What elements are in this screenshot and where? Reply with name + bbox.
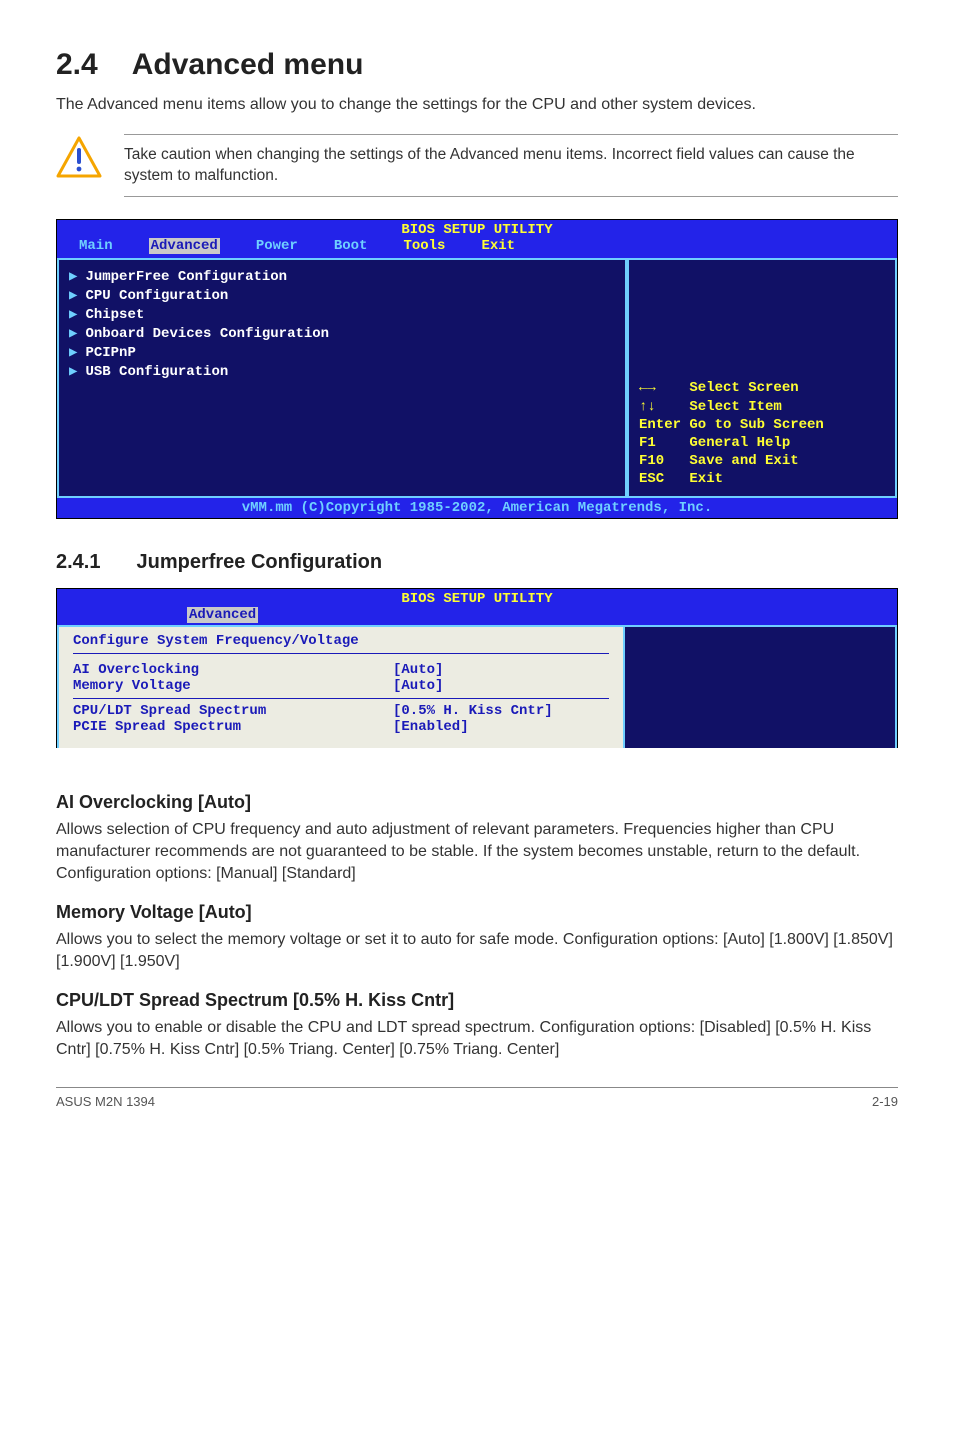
- bios-setting-label: CPU/LDT Spread Spectrum: [73, 703, 393, 719]
- bios-title: BIOS SETUP UTILITY: [57, 589, 897, 607]
- section-name: Advanced menu: [132, 48, 364, 81]
- bios-divider: [73, 698, 609, 699]
- page-footer: ASUS M2N 1394 2-19: [56, 1094, 898, 1109]
- bios-help-pane: ←→ Select Screen ↑↓ Select Item Enter Go…: [627, 258, 897, 498]
- option-description: Allows you to select the memory voltage …: [56, 929, 898, 972]
- bios-setting-row: Memory Voltage [Auto]: [73, 678, 609, 694]
- bios-setting-value: [Auto]: [393, 678, 443, 694]
- bios-setting-row: AI Overclocking [Auto]: [73, 662, 609, 678]
- option-description: Allows you to enable or disable the CPU …: [56, 1017, 898, 1060]
- footer-page-number: 2-19: [872, 1094, 898, 1109]
- bios-menu-label: Chipset: [85, 306, 144, 325]
- option-title: AI Overclocking [Auto]: [56, 792, 898, 813]
- bios-help-pane: [625, 625, 897, 749]
- bios-menu-label: USB Configuration: [85, 363, 228, 382]
- bios-menu-label: CPU Configuration: [85, 287, 228, 306]
- bios-menu-item: ▶ CPU Configuration: [69, 287, 625, 306]
- bios-menu-item: ▶ Onboard Devices Configuration: [69, 325, 625, 344]
- subsection-number: 2.4.1: [56, 551, 100, 573]
- bios-setting-label: PCIE Spread Spectrum: [73, 719, 393, 735]
- bios-tab-bar: Advanced: [57, 607, 897, 625]
- bios-jumperfree-screenshot: BIOS SETUP UTILITY Advanced Configure Sy…: [56, 588, 898, 750]
- bios-menu-item: ▶ JumperFree Configuration: [69, 268, 625, 287]
- bios-tab-advanced: Advanced: [187, 607, 258, 623]
- bios-tab-exit: Exit: [481, 238, 515, 254]
- bios-menu-label: PCIPnP: [85, 344, 135, 363]
- bios-copyright: vMM.mm (C)Copyright 1985-2002, American …: [57, 498, 897, 518]
- option-description: Allows selection of CPU frequency and au…: [56, 819, 898, 884]
- footer-product: ASUS M2N 1394: [56, 1094, 155, 1109]
- bios-tab-power: Power: [256, 238, 298, 254]
- footer-rule: [56, 1087, 898, 1088]
- subsection-name: Jumperfree Configuration: [136, 551, 382, 573]
- bios-title: BIOS SETUP UTILITY: [57, 220, 897, 238]
- submenu-arrow-icon: ▶: [69, 363, 77, 382]
- caution-text: Take caution when changing the settings …: [124, 134, 898, 198]
- option-title: Memory Voltage [Auto]: [56, 902, 898, 923]
- submenu-arrow-icon: ▶: [69, 344, 77, 363]
- submenu-arrow-icon: ▶: [69, 268, 77, 287]
- bios-group-title: Configure System Frequency/Voltage: [73, 633, 609, 654]
- bios-tab-boot: Boot: [334, 238, 368, 254]
- bios-tab-advanced: Advanced: [149, 238, 220, 254]
- bios-settings-pane: Configure System Frequency/Voltage AI Ov…: [57, 625, 625, 749]
- bios-setting-row: PCIE Spread Spectrum [Enabled]: [73, 719, 609, 735]
- bios-tab-main: Main: [79, 238, 113, 254]
- bios-setting-row: CPU/LDT Spread Spectrum [0.5% H. Kiss Cn…: [73, 703, 609, 719]
- caution-callout: Take caution when changing the settings …: [56, 134, 898, 198]
- bios-setting-value: [0.5% H. Kiss Cntr]: [393, 703, 553, 719]
- bios-menu-item: ▶ USB Configuration: [69, 363, 625, 382]
- section-number: 2.4: [56, 48, 98, 81]
- bios-help-text: ←→ Select Screen ↑↓ Select Item Enter Go…: [639, 379, 885, 488]
- section-title: 2.4 Advanced menu: [56, 48, 898, 82]
- torn-edge-graphic: [56, 748, 898, 774]
- subsection-title: 2.4.1 Jumperfree Configuration: [56, 551, 898, 574]
- bios-tab-tools: Tools: [403, 238, 445, 254]
- bios-menu-item: ▶ PCIPnP: [69, 344, 625, 363]
- bios-menu-label: Onboard Devices Configuration: [85, 325, 329, 344]
- bios-advanced-menu-screenshot: BIOS SETUP UTILITY Main Advanced Power B…: [56, 219, 898, 519]
- intro-paragraph: The Advanced menu items allow you to cha…: [56, 94, 898, 116]
- submenu-arrow-icon: ▶: [69, 325, 77, 344]
- bios-menu-label: JumperFree Configuration: [85, 268, 287, 287]
- caution-icon: [56, 136, 102, 183]
- bios-setting-value: [Auto]: [393, 662, 443, 678]
- submenu-arrow-icon: ▶: [69, 306, 77, 325]
- option-title: CPU/LDT Spread Spectrum [0.5% H. Kiss Cn…: [56, 990, 898, 1011]
- bios-setting-label: Memory Voltage: [73, 678, 393, 694]
- bios-menu-item: ▶ Chipset: [69, 306, 625, 325]
- submenu-arrow-icon: ▶: [69, 287, 77, 306]
- bios-tab-bar: Main Advanced Power Boot Tools Exit: [57, 238, 897, 258]
- bios-setting-label: AI Overclocking: [73, 662, 393, 678]
- bios-menu-list: ▶ JumperFree Configuration ▶ CPU Configura…: [57, 258, 627, 498]
- bios-setting-value: [Enabled]: [393, 719, 469, 735]
